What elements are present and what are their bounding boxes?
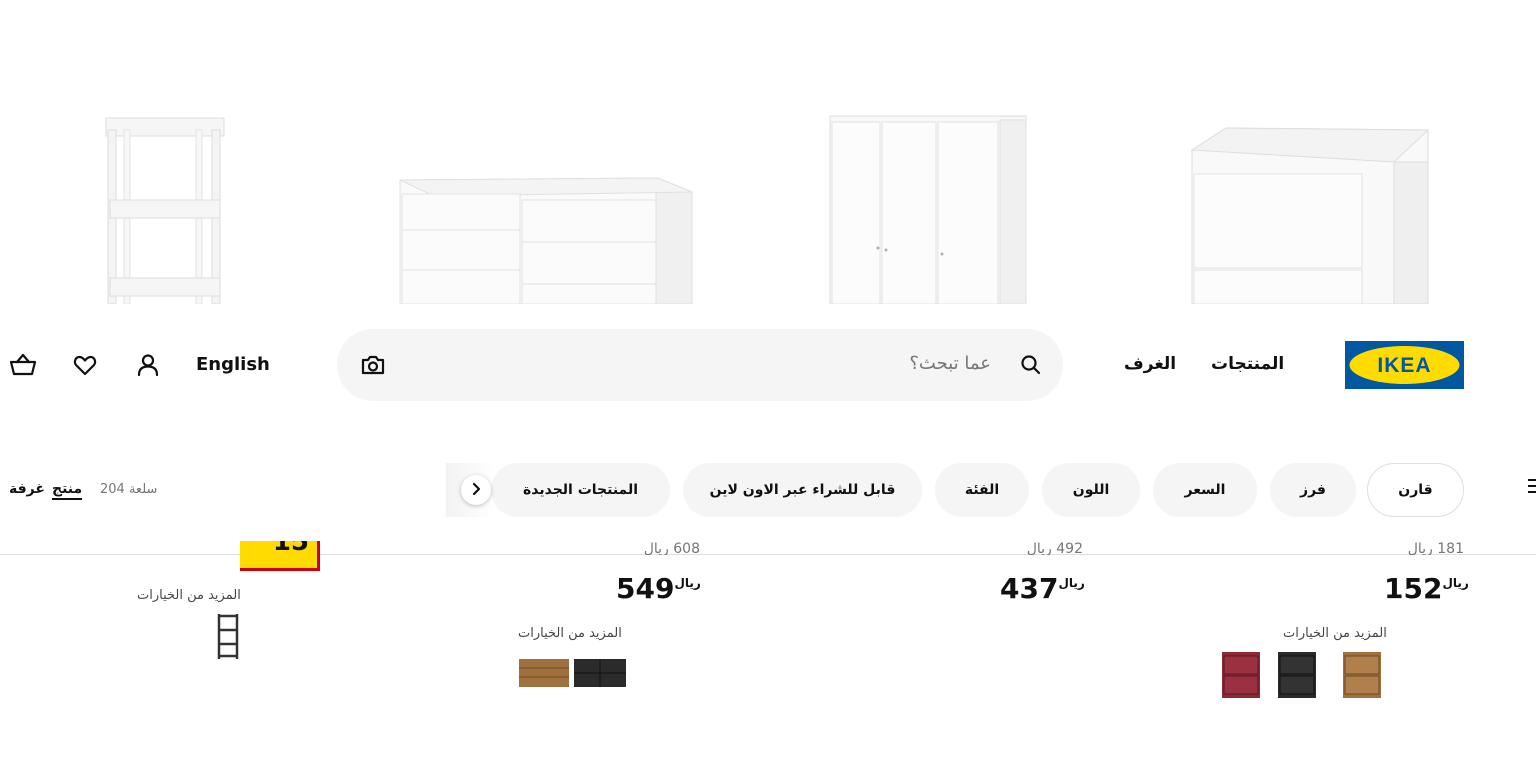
color-swatch-black[interactable] xyxy=(1276,650,1320,704)
product-price: ريال152 xyxy=(1384,572,1473,605)
search-bar[interactable]: عما تبحث؟ xyxy=(337,329,1063,401)
currency: ريال xyxy=(1442,576,1469,590)
badge-text: 15 xyxy=(272,541,309,557)
color-swatch-brown[interactable] xyxy=(518,657,570,693)
color-swatch-brown[interactable] xyxy=(1341,650,1385,704)
online-purchasable-filter-pill[interactable]: قابل للشراء عبر الاون لاين xyxy=(683,463,922,517)
old-price: 181 ريال xyxy=(1407,541,1464,555)
product-image-shelf[interactable] xyxy=(100,100,230,304)
filter-divider xyxy=(0,554,1536,555)
price-filter-pill[interactable]: السعر xyxy=(1153,463,1257,517)
chevron-right-icon xyxy=(469,481,483,500)
ikea-logo[interactable]: IKEA xyxy=(1345,341,1464,389)
filter-menu-icon[interactable] xyxy=(1528,478,1536,494)
more-options-link[interactable]: المزيد من الخيارات xyxy=(137,588,241,603)
product-image-wardrobe[interactable] xyxy=(828,100,1028,304)
search-icon[interactable] xyxy=(1019,353,1043,377)
product-price: ريال437 xyxy=(1000,572,1089,605)
product-image-bedside-table[interactable] xyxy=(1190,100,1430,304)
logo-text: IKEA xyxy=(1377,354,1431,377)
more-options-link[interactable]: المزيد من الخيارات xyxy=(1283,626,1387,641)
color-swatch-black[interactable] xyxy=(573,657,627,693)
currency: ريال xyxy=(1058,576,1085,590)
nav-rooms-link[interactable]: الغرف xyxy=(1124,354,1176,374)
category-filter-pill[interactable]: الفئة xyxy=(935,463,1029,517)
price-value: 437 xyxy=(1000,572,1059,605)
search-input[interactable]: عما تبحث؟ xyxy=(909,353,991,374)
tab-room[interactable]: غرفة xyxy=(9,481,45,497)
tab-product[interactable]: منتج xyxy=(52,481,83,500)
user-icon[interactable] xyxy=(135,352,161,378)
scroll-filters-button[interactable] xyxy=(461,475,491,505)
color-swatch-black-shelf[interactable] xyxy=(216,612,240,664)
more-options-link[interactable]: المزيد من الخيارات xyxy=(518,626,622,641)
product-image-chest-of-drawers[interactable] xyxy=(398,100,694,304)
sale-badge: 15 xyxy=(240,541,320,571)
new-products-filter-pill[interactable]: المنتجات الجديدة xyxy=(491,463,670,517)
currency: ريال xyxy=(674,576,701,590)
old-price: 492 ريال xyxy=(1026,541,1083,555)
color-filter-pill[interactable]: اللون xyxy=(1042,463,1140,517)
old-price: 608 ريال xyxy=(643,541,700,555)
heart-icon[interactable] xyxy=(72,352,98,378)
shopping-basket-icon[interactable] xyxy=(9,352,37,378)
item-count: 204 سلعة xyxy=(100,482,158,497)
price-value: 549 xyxy=(616,572,675,605)
product-price: ريال549 xyxy=(616,572,705,605)
compare-pill[interactable]: قارن xyxy=(1367,463,1464,517)
sort-pill[interactable]: فرز xyxy=(1270,463,1356,517)
camera-search-icon[interactable] xyxy=(360,353,386,377)
nav-products-link[interactable]: المنتجات xyxy=(1211,354,1284,374)
price-value: 152 xyxy=(1384,572,1443,605)
language-switch[interactable]: English xyxy=(196,354,270,375)
color-swatch-red[interactable] xyxy=(1220,650,1264,704)
